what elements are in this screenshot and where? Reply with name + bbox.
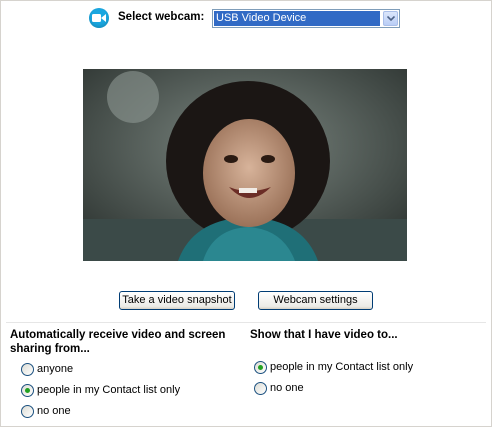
radio-button[interactable] (254, 361, 267, 374)
radio-label: people in my Contact list only (37, 384, 181, 396)
webcam-settings-panel: Select webcam: USB Video Device Take a v… (0, 0, 492, 427)
radio-button[interactable] (254, 382, 267, 395)
divider (6, 322, 486, 323)
radio-button[interactable] (21, 363, 34, 376)
radio-button[interactable] (21, 384, 34, 397)
webcam-settings-button[interactable]: Webcam settings (258, 291, 373, 310)
webcam-preview (83, 69, 407, 261)
show-video-title: Show that I have video to... (250, 329, 398, 341)
radio-label: no one (37, 405, 71, 417)
radio-label: anyone (37, 363, 74, 375)
webcam-select[interactable]: USB Video Device (212, 9, 400, 28)
radio-button[interactable] (21, 405, 34, 418)
receive-video-title: Automatically receive video and screen s… (10, 329, 226, 355)
radio-label: people in my Contact list only (270, 361, 414, 373)
select-webcam-label: Select webcam: (118, 11, 205, 23)
webcam-select-value: USB Video Device (214, 11, 380, 26)
webcam-icon (89, 8, 109, 28)
radio-label: no one (270, 382, 304, 394)
chevron-down-icon[interactable] (383, 11, 398, 26)
take-snapshot-button[interactable]: Take a video snapshot (119, 291, 235, 310)
